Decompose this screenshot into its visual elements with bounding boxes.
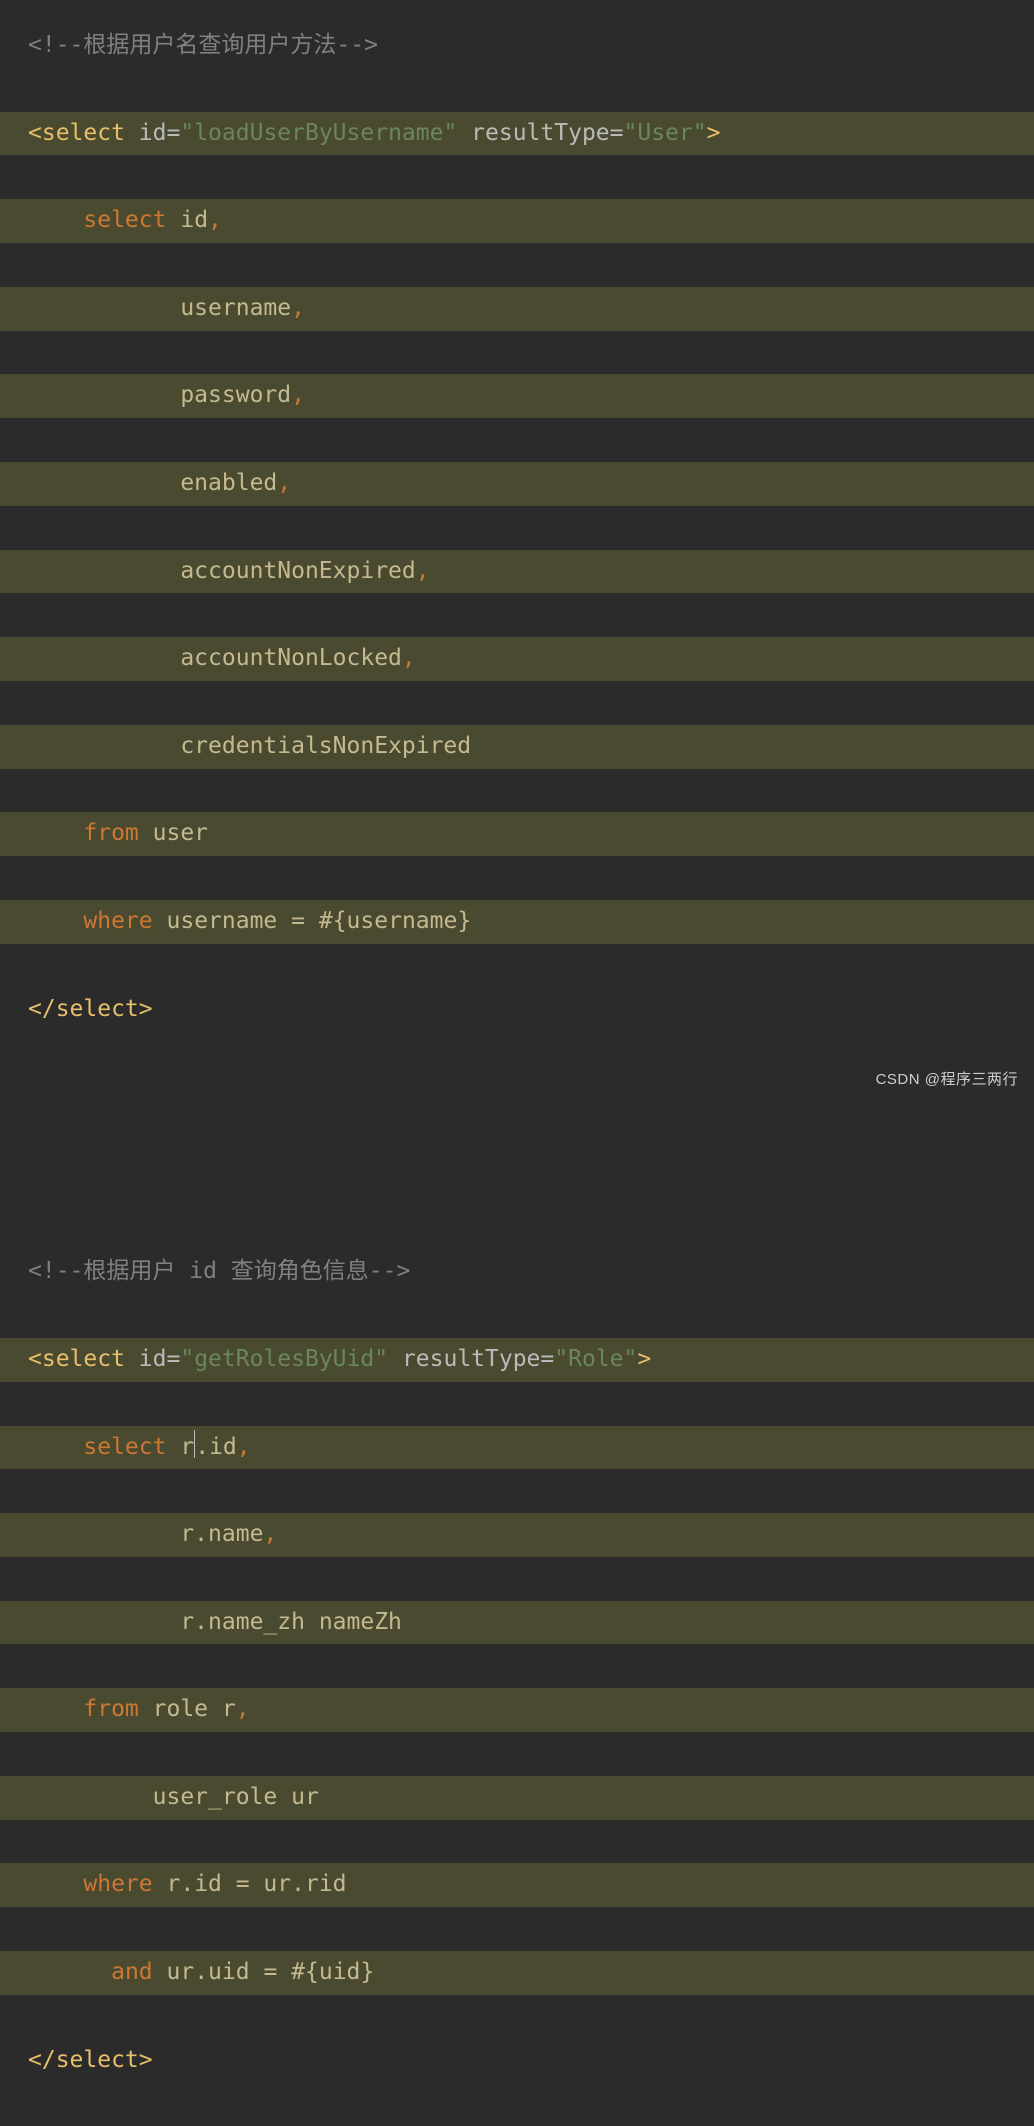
sql-column: ur.uid [167, 1959, 250, 1985]
xml-close-tag: </select> [28, 2047, 153, 2073]
sql-condition: r.id = ur.rid [167, 1871, 347, 1897]
xml-attr-name: id [139, 1346, 167, 1372]
xml-attr-value: "Role" [554, 1346, 637, 1372]
sql-column: r.name [180, 1521, 263, 1547]
xml-attr-name: resultType [471, 120, 609, 146]
sql-keyword-select: select [83, 207, 166, 233]
sql-column: id [209, 1434, 237, 1460]
sql-table: user [153, 820, 208, 846]
xml-open-tag: <select [28, 120, 125, 146]
sql-table: user_role [153, 1784, 278, 1810]
xml-attr-name: resultType [402, 1346, 540, 1372]
watermark-text: CSDN @程序三两行 [876, 1058, 1018, 1102]
sql-column: username [180, 295, 291, 321]
sql-alias: r [180, 1434, 194, 1460]
sql-keyword-where: where [83, 908, 152, 934]
sql-keyword-and: and [111, 1959, 153, 1985]
xml-tag-end: > [707, 120, 721, 146]
sql-table: role [153, 1696, 208, 1722]
xml-attr-value: "User" [624, 120, 707, 146]
sql-column: r.name_zh [180, 1609, 305, 1635]
xml-open-tag: <select [28, 1346, 125, 1372]
sql-column: accountNonLocked [180, 645, 402, 671]
sql-alias-name: nameZh [319, 1609, 402, 1635]
sql-column: accountNonExpired [180, 558, 415, 584]
sql-column: password [180, 382, 291, 408]
sql-alias: r [222, 1696, 236, 1722]
xml-attr-value: "loadUserByUsername" [180, 120, 457, 146]
sql-column: enabled [180, 470, 277, 496]
sql-column: id [180, 207, 208, 233]
sql-keyword-from: from [83, 820, 138, 846]
xml-close-tag: </select> [28, 996, 153, 1022]
xml-comment: <!--根据用户 id 查询角色信息--> [28, 1258, 410, 1284]
xml-attr-value: "getRolesByUid" [180, 1346, 388, 1372]
sql-column: username [167, 908, 278, 934]
sql-column: credentialsNonExpired [180, 733, 471, 759]
mybatis-param: #{uid} [291, 1959, 374, 1985]
xml-tag-end: > [637, 1346, 651, 1372]
sql-keyword-select: select [83, 1434, 166, 1460]
sql-keyword-where: where [83, 1871, 152, 1897]
sql-alias: ur [291, 1784, 319, 1810]
xml-attr-name: id [139, 120, 167, 146]
sql-keyword-from: from [83, 1696, 138, 1722]
mybatis-param: #{username} [319, 908, 471, 934]
xml-comment: <!--根据用户名查询用户方法--> [28, 32, 378, 58]
